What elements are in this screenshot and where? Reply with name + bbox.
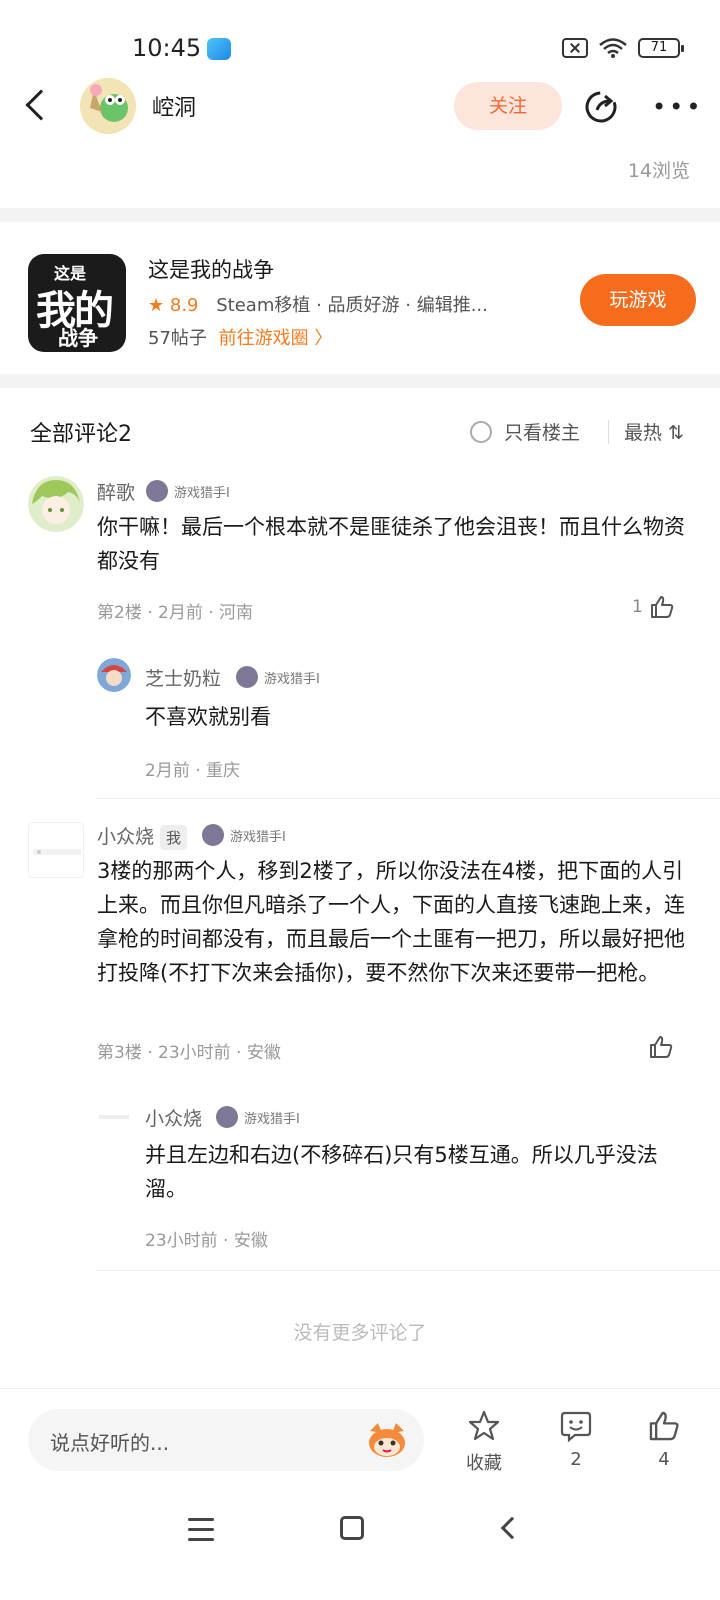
wifi-icon	[599, 38, 627, 58]
game-card[interactable]: 这是 我的 战争 这是我的战争 ★ 8.9 Steam移植 · 品质好游 · 编…	[0, 226, 720, 382]
reply-meta: 23小时前 · 安徽	[145, 1231, 268, 1251]
thumbs-up-icon[interactable]	[647, 1409, 681, 1443]
game-posts-row: 57帖子 前往游戏圈 〉	[148, 324, 332, 350]
level-label: 游戏猎手I	[230, 829, 286, 845]
bottom-action-bar: 说点好听的... 收藏 2 4	[0, 1388, 720, 1494]
battery-icon: 71	[638, 38, 684, 58]
no-more-comments: 没有更多评论了	[293, 1322, 427, 1344]
replier-avatar[interactable]	[97, 1100, 131, 1134]
game-tags: Steam移植 · 品质好游 · 编辑推...	[216, 295, 488, 316]
level-label: 游戏猎手I	[244, 1111, 300, 1127]
comment-text[interactable]: 3楼的那两个人，移到2楼了，所以你没法在4楼，把下面的人引上来。而且你但凡暗杀了…	[97, 854, 689, 990]
game-circle-link[interactable]: 前往游戏圈 〉	[219, 328, 333, 349]
back-icon[interactable]	[25, 89, 57, 121]
comment-count-button[interactable]: 2	[546, 1409, 606, 1470]
sort-button[interactable]: 最热 ⇅	[624, 418, 684, 445]
level-badge: 游戏猎手I	[216, 1106, 300, 1128]
section-divider	[0, 208, 720, 222]
comment-meta: 第3楼 · 23小时前 · 安徽	[97, 1043, 281, 1063]
thumbs-up-icon[interactable]	[648, 1034, 674, 1060]
author-name[interactable]: 崆洞	[152, 90, 196, 122]
share-icon[interactable]	[584, 90, 618, 124]
game-icon[interactable]: 这是 我的 战争	[28, 254, 126, 352]
favorite-label: 收藏	[466, 1453, 502, 1474]
thumbs-up-icon[interactable]	[649, 594, 675, 620]
follow-button[interactable]: 关注	[454, 82, 562, 130]
level-label: 游戏猎手I	[264, 671, 320, 687]
like-button[interactable]	[648, 1034, 674, 1060]
commenter-avatar[interactable]	[28, 822, 84, 878]
reply-meta: 2月前 · 重庆	[145, 761, 241, 781]
replier-avatar[interactable]	[97, 658, 131, 692]
commenter-name[interactable]: 小众烧我	[97, 822, 188, 850]
system-navigation-bar	[0, 1494, 720, 1600]
commenter-name-text: 小众烧	[97, 826, 155, 848]
game-rating: 8.9	[169, 295, 199, 316]
game-post-count: 57帖子	[148, 328, 207, 349]
post-header: 崆洞 关注 •••	[0, 72, 720, 144]
divider	[96, 798, 720, 799]
level-shield-icon	[236, 666, 258, 688]
no-sim-icon	[562, 38, 588, 58]
section-divider	[0, 374, 720, 388]
level-shield-icon	[216, 1106, 238, 1128]
play-game-button[interactable]: 玩游戏	[580, 274, 696, 326]
status-time: 10:45	[132, 34, 202, 62]
comments-header: 全部评论2 只看楼主 最热 ⇅	[0, 410, 720, 460]
comment-input-placeholder: 说点好听的...	[50, 1431, 170, 1455]
mascot-emoji-icon[interactable]	[366, 1421, 408, 1459]
replier-name[interactable]: 芝士奶粒	[145, 664, 221, 691]
home-icon[interactable]	[340, 1516, 364, 1540]
level-badge: 游戏猎手I	[236, 666, 320, 688]
divider	[96, 1270, 720, 1271]
level-badge: 游戏猎手I	[202, 824, 286, 846]
favorite-button[interactable]: 收藏	[454, 1409, 514, 1475]
like-count: 4	[658, 1449, 670, 1470]
only-host-label: 只看楼主	[504, 422, 581, 444]
comment-meta: 第2楼 · 2月前 · 河南	[97, 603, 254, 623]
author-avatar[interactable]	[80, 78, 136, 134]
system-back-icon[interactable]	[500, 1516, 524, 1540]
level-shield-icon	[202, 824, 224, 846]
game-meta: ★ 8.9 Steam移植 · 品质好游 · 编辑推...	[148, 291, 548, 317]
more-icon[interactable]: •••	[652, 95, 703, 119]
divider	[608, 420, 609, 444]
reply-text[interactable]: 并且左边和右边(不移碎石)只有5楼互通。所以几乎没法溜。	[145, 1138, 690, 1206]
star-icon: ★	[148, 295, 165, 316]
level-shield-icon	[146, 480, 168, 502]
comment-input[interactable]: 说点好听的...	[28, 1409, 424, 1471]
replier-name[interactable]: 小众烧	[145, 1104, 202, 1131]
only-host-toggle[interactable]: 只看楼主	[470, 418, 580, 445]
like-post-button[interactable]: 4	[634, 1409, 694, 1470]
comment-count: 2	[570, 1449, 582, 1470]
app-notification-icon	[207, 38, 231, 60]
commenter-avatar[interactable]	[28, 476, 84, 532]
reply-text[interactable]: 不喜欢就别看	[145, 700, 685, 734]
game-name[interactable]: 这是我的战争	[148, 254, 274, 284]
comment-smile-icon[interactable]	[559, 1409, 593, 1443]
radio-icon[interactable]	[470, 420, 492, 443]
view-count: 14浏览	[627, 160, 690, 182]
commenter-name[interactable]: 醉歌	[97, 478, 135, 505]
star-outline-icon[interactable]	[467, 1409, 501, 1443]
status-icons: 71	[562, 37, 684, 59]
level-badge: 游戏猎手I	[146, 480, 230, 502]
recent-apps-icon[interactable]	[188, 1518, 214, 1548]
comment-text[interactable]: 你干嘛！最后一个根本就不是匪徒杀了他会沮丧！而且什么物资都没有	[97, 510, 687, 578]
me-badge: 我	[160, 825, 188, 850]
like-count: 1	[632, 597, 643, 617]
like-button[interactable]: 1	[632, 594, 675, 620]
level-label: 游戏猎手I	[174, 485, 230, 501]
comments-title: 全部评论2	[30, 422, 132, 447]
game-icon-text: 战争	[58, 326, 98, 350]
